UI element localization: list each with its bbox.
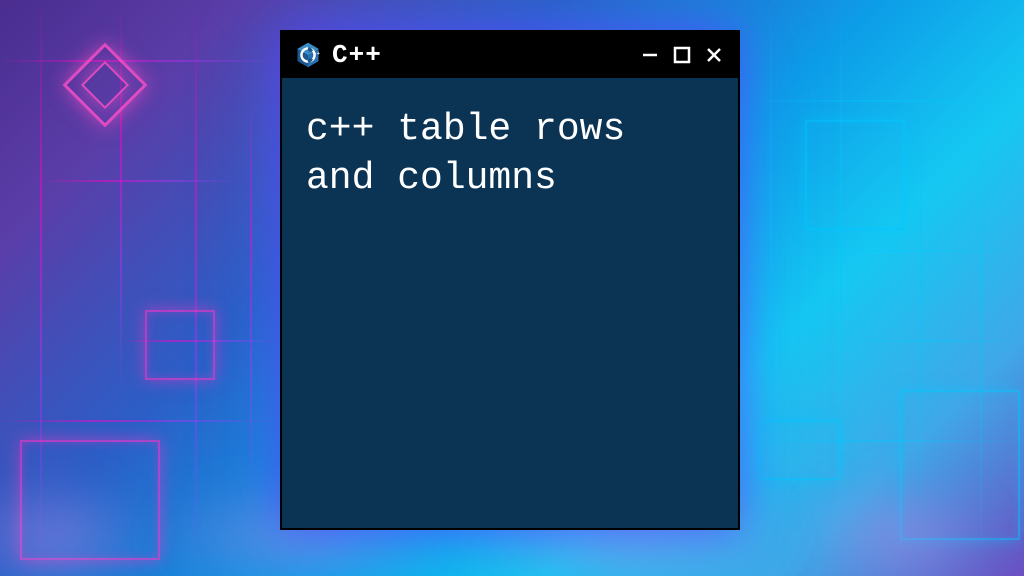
cpp-logo-icon: + +	[294, 41, 322, 69]
window-controls	[638, 43, 726, 67]
close-button[interactable]	[702, 43, 726, 67]
terminal-window: + + C++ c++ table rows and columns	[280, 30, 740, 530]
window-title: C++	[332, 40, 628, 70]
titlebar[interactable]: + + C++	[282, 32, 738, 78]
terminal-content: c++ table rows and columns	[282, 78, 738, 231]
svg-text:+: +	[313, 51, 316, 57]
svg-text:+: +	[317, 51, 320, 57]
minimize-button[interactable]	[638, 43, 662, 67]
maximize-button[interactable]	[670, 43, 694, 67]
